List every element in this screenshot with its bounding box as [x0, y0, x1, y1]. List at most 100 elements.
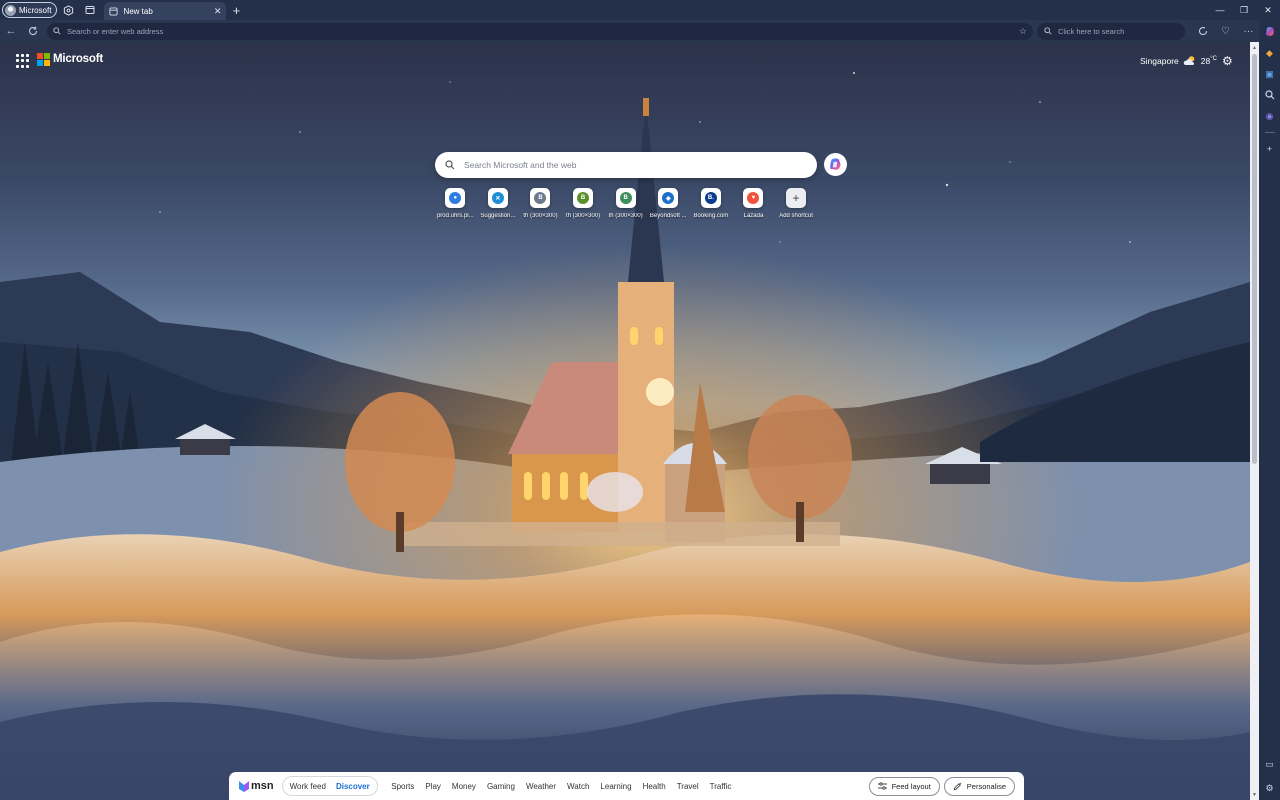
tab-title: New tab: [123, 6, 153, 16]
shortcut-label: th (300×300): [608, 213, 643, 219]
feed-layout-label: Feed layout: [891, 781, 931, 791]
shortcut-tile[interactable]: ♥ Lazada: [732, 188, 775, 219]
weather-widget[interactable]: Singapore 28°C: [1140, 55, 1217, 66]
favorite-star-icon[interactable]: ☆: [1019, 26, 1027, 37]
msn-logo[interactable]: msn: [238, 780, 274, 793]
address-placeholder: Search or enter web address: [67, 26, 164, 36]
logo-square: [37, 53, 43, 59]
shortcut-label: prod.uhrs.pl...: [436, 213, 474, 219]
shortcut-tile[interactable]: Bth (300×300): [604, 188, 647, 219]
feed-category-money[interactable]: Money: [446, 782, 481, 791]
shortcut-glyph: B: [577, 192, 590, 204]
workspaces-icon[interactable]: [57, 0, 79, 20]
navigation-bar: ← Search or enter web address ☆ Click he…: [0, 20, 1280, 42]
page-settings-gear-icon[interactable]: ⚙: [1222, 54, 1233, 68]
search-input[interactable]: Search Microsoft and the web: [435, 152, 817, 178]
back-icon[interactable]: ←: [0, 20, 22, 42]
shortcut-tile[interactable]: ● prod.uhrs.pl...: [434, 188, 477, 219]
shortcut-label: th (300×300): [523, 213, 558, 219]
scroll-thumb[interactable]: [1252, 54, 1257, 464]
shortcut-tile[interactable]: Bth (300×300): [519, 188, 562, 219]
web-search-box[interactable]: Click here to search: [1037, 22, 1185, 40]
personalise-label: Personalise: [966, 781, 1006, 791]
feed-category-traffic[interactable]: Traffic: [704, 782, 737, 791]
shortcut-label: Beyondsoft ...: [649, 213, 687, 219]
copilot-icon: [830, 158, 841, 170]
new-tab-page: Microsoft Singapore 28°C ⚙ Search Micros…: [0, 42, 1250, 800]
feed-category-play[interactable]: Play: [420, 782, 447, 791]
shortcut-tile[interactable]: B. Booking.com: [690, 188, 733, 219]
tab-discover[interactable]: Discover: [331, 778, 375, 794]
feed-category-weather[interactable]: Weather: [520, 782, 561, 791]
shortcut-favicon-icon: B: [615, 188, 636, 208]
scroll-down-icon[interactable]: ▼: [1250, 790, 1259, 799]
brand-name: Microsoft: [53, 53, 103, 65]
shortcut-label: Suggestion...: [480, 213, 516, 219]
minimize-icon[interactable]: —: [1208, 0, 1232, 20]
shortcut-glyph: ✕: [491, 192, 504, 204]
feed-category-sports[interactable]: Sports: [386, 782, 420, 791]
shortcut-tile[interactable]: Bth (300×300): [562, 188, 605, 219]
shortcut-glyph: ●: [449, 192, 462, 204]
logo-square: [37, 59, 43, 66]
extensions-icon[interactable]: ♡: [1214, 20, 1237, 42]
shortcut-glyph: ♥: [747, 192, 760, 204]
window-controls: — ❐ ✕: [1208, 0, 1280, 20]
feed-category-health[interactable]: Health: [637, 782, 671, 791]
feed-category-watch[interactable]: Watch: [562, 782, 595, 791]
tab-new-tab[interactable]: New tab ✕: [104, 2, 227, 20]
add-sidebar-app-icon[interactable]: +: [1262, 141, 1278, 157]
feed-category-gaming[interactable]: Gaming: [481, 782, 520, 791]
title-bar: Microsoft New tab ✕ + — ❐ ✕: [0, 0, 1280, 20]
search-sidebar-icon[interactable]: [1262, 87, 1278, 103]
shortcut-label: Add shortcut: [779, 213, 813, 219]
designer-icon[interactable]: ◉: [1262, 108, 1278, 124]
shortcut-tile[interactable]: ✕ Suggestion...: [477, 188, 520, 219]
search-icon: [1044, 27, 1052, 35]
sidebar-settings-icon[interactable]: ⚙: [1262, 780, 1278, 796]
scroll-up-icon[interactable]: ▲: [1250, 43, 1259, 52]
feed-category-learning[interactable]: Learning: [595, 782, 637, 791]
shortcut-glyph: B: [534, 192, 547, 204]
browser-essentials-icon[interactable]: [1191, 20, 1214, 42]
hide-sidebar-icon[interactable]: ▭: [1262, 756, 1278, 772]
close-window-icon[interactable]: ✕: [1256, 0, 1280, 20]
tab-actions-icon[interactable]: [79, 0, 101, 20]
profile-button[interactable]: Microsoft: [2, 2, 58, 18]
avatar: [5, 4, 16, 16]
weather-temperature: 28: [1200, 55, 1211, 66]
sidebar-divider: [1264, 132, 1275, 133]
shortcuts-row: ● prod.uhrs.pl... ✕ Suggestion... Bth (300×3…: [434, 188, 817, 219]
search-icon: [53, 27, 61, 35]
shortcut-favicon-icon: B: [530, 188, 551, 208]
personalise-button[interactable]: Personalise: [943, 776, 1015, 796]
shopping-icon[interactable]: ◆: [1262, 45, 1278, 61]
restore-icon[interactable]: ❐: [1232, 0, 1256, 20]
office-icon[interactable]: ▣: [1262, 66, 1278, 82]
copilot-icon[interactable]: [1262, 24, 1278, 40]
page-scrollbar[interactable]: ▲ ▼: [1250, 42, 1259, 800]
shortcut-tile[interactable]: ◆ Beyondsoft ...: [647, 188, 690, 219]
tab-work-feed[interactable]: Work feed: [285, 778, 331, 794]
apps-launcher-icon[interactable]: [16, 54, 30, 68]
shortcut-label: Lazada: [743, 213, 764, 219]
feed-categories: Sports Play Money Gaming Weather Watch Learnin…: [386, 782, 737, 791]
microsoft-logo: Microsoft: [37, 53, 103, 66]
address-bar[interactable]: Search or enter web address ☆: [47, 22, 1033, 40]
feed-layout-button[interactable]: Feed layout: [868, 776, 940, 796]
microsoft-logo-icon: [37, 53, 50, 66]
close-tab-icon[interactable]: ✕: [214, 6, 222, 17]
plus-icon: +: [786, 188, 807, 208]
add-shortcut-button[interactable]: + Add shortcut: [775, 188, 818, 219]
cloudy-weather-icon: [1183, 56, 1195, 65]
page-icon: [109, 6, 119, 16]
refresh-icon[interactable]: [22, 20, 44, 42]
new-tab-button[interactable]: +: [226, 0, 246, 20]
shortcut-glyph: B: [619, 192, 632, 204]
shortcut-favicon-icon: ♥: [743, 188, 764, 208]
shortcut-label: Booking.com: [693, 213, 729, 219]
shortcut-label: th (300×300): [565, 213, 601, 219]
feed-category-travel[interactable]: Travel: [671, 782, 704, 791]
copilot-button[interactable]: [824, 153, 847, 176]
more-options-icon[interactable]: ···: [1237, 20, 1260, 42]
